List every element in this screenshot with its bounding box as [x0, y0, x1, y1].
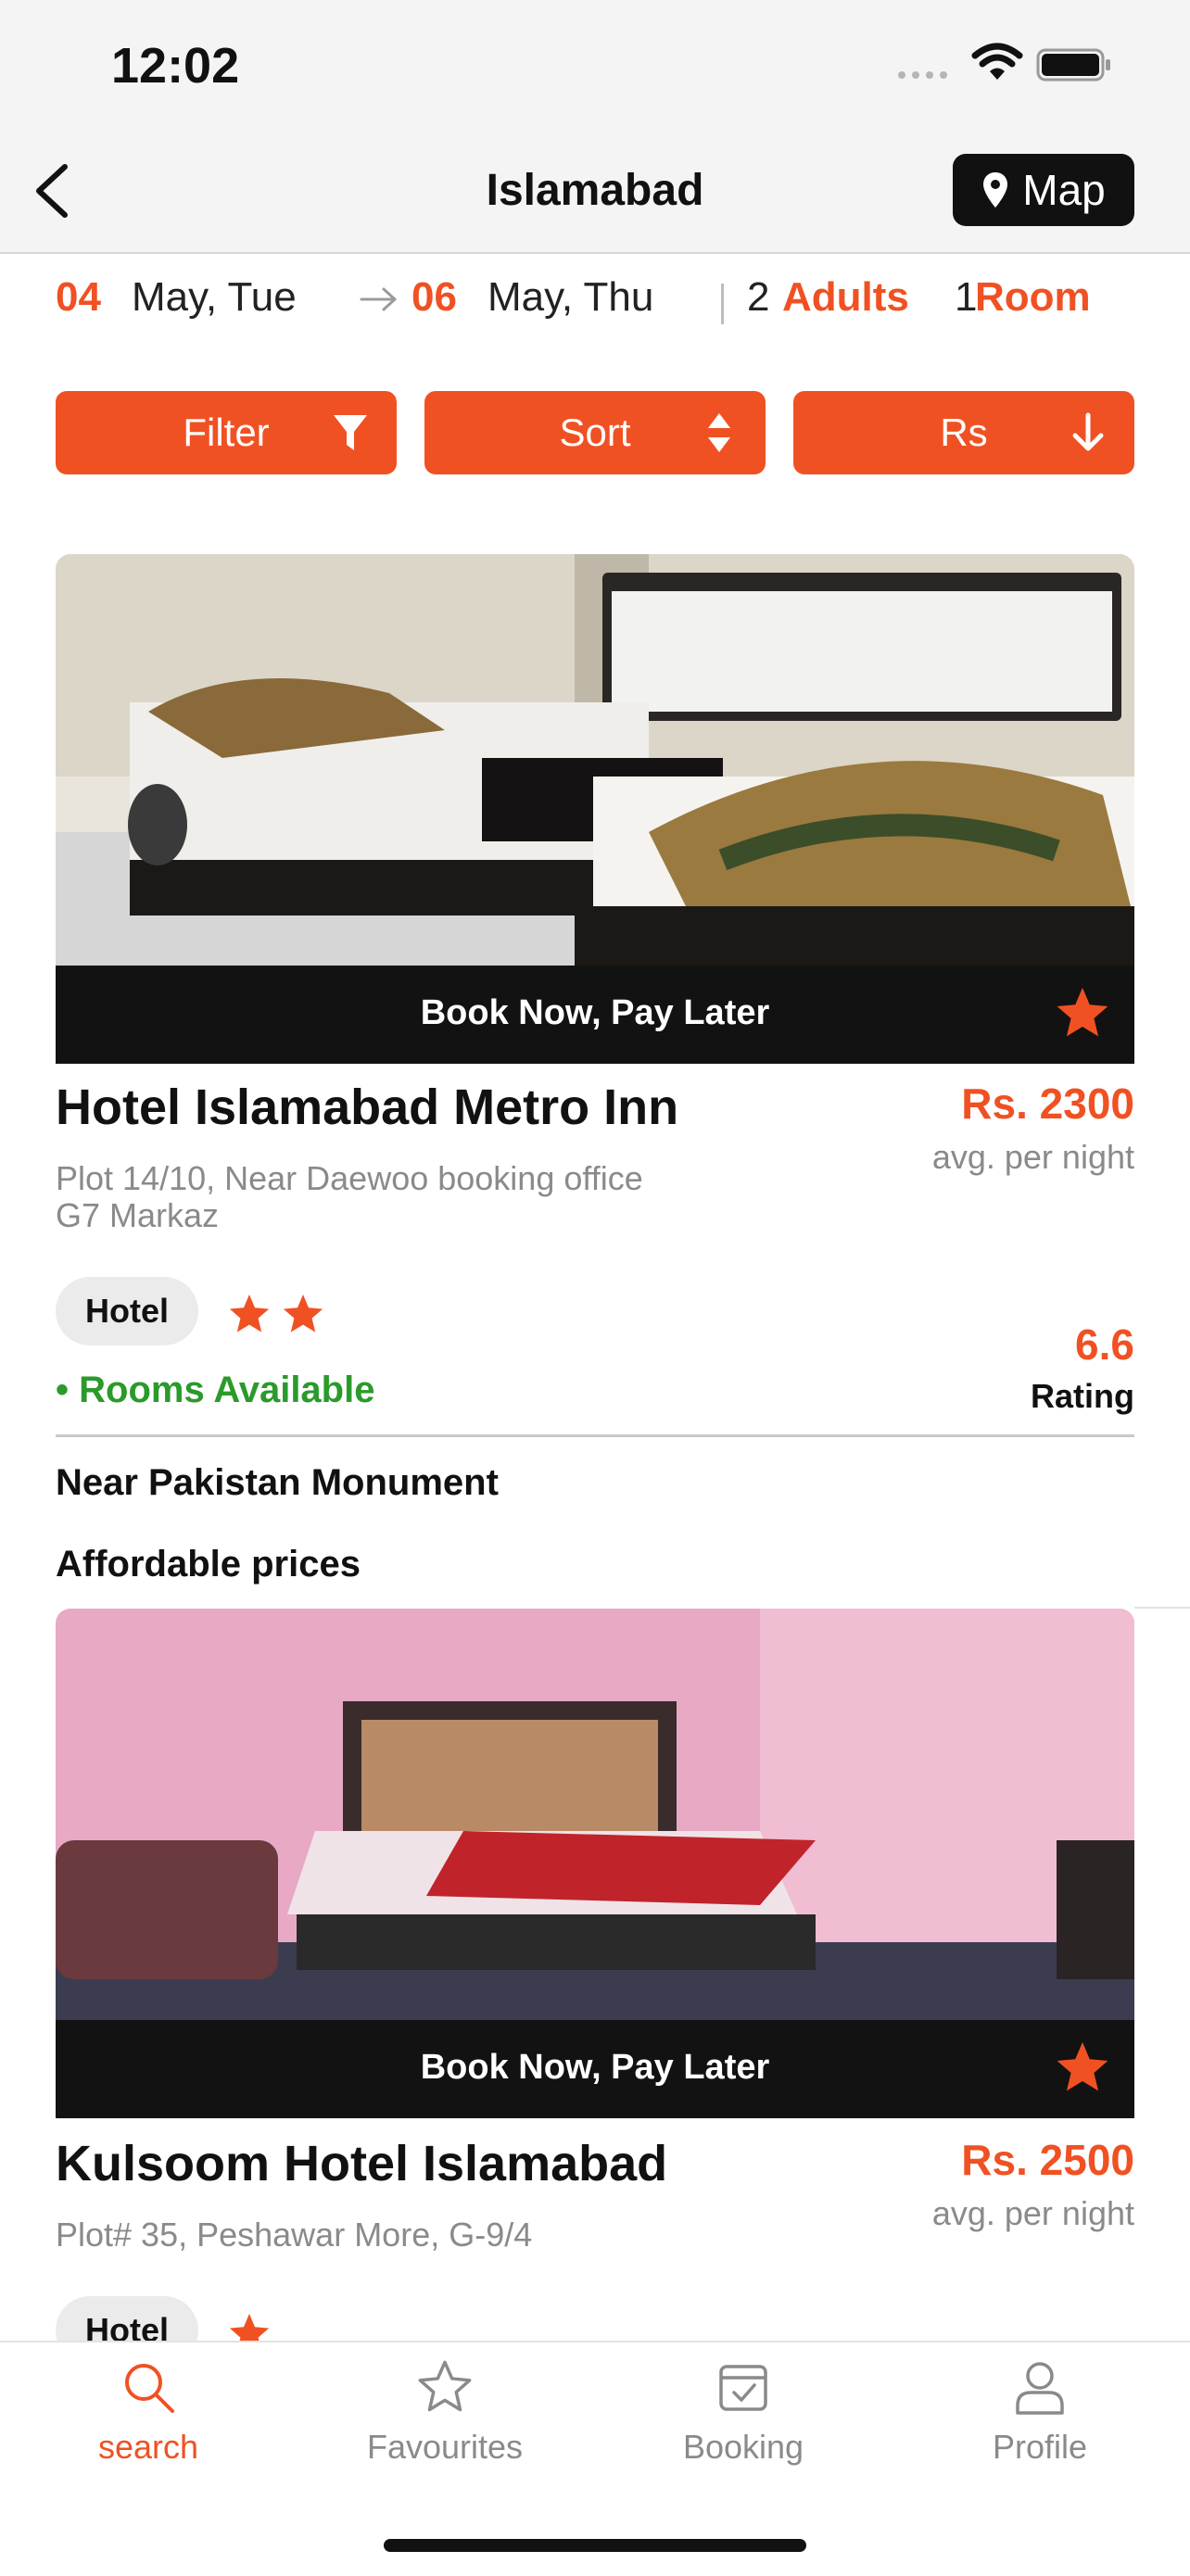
feature-item: Affordable prices: [56, 1544, 361, 1585]
map-pin-icon: [983, 172, 1008, 208]
hotel-price: Rs. 2500: [961, 2136, 1134, 2184]
favourite-star-icon[interactable]: [1053, 984, 1112, 1042]
book-now-banner: Book Now, Pay Later: [56, 2020, 1134, 2118]
hotel-name[interactable]: Kulsoom Hotel Islamabad: [56, 2135, 667, 2192]
wifi-icon: [971, 43, 1023, 80]
filter-icon: [334, 415, 367, 450]
filter-button[interactable]: Filter: [56, 391, 397, 474]
adults-label: Adults: [782, 274, 909, 320]
arrow-right-icon: [360, 287, 398, 311]
hotel-name[interactable]: Hotel Islamabad Metro Inn: [56, 1079, 678, 1136]
search-summary[interactable]: 04 May, Tue 06 May, Thu 2 Adults 1 Room: [0, 274, 1190, 339]
price-note: avg. per night: [931, 1138, 1134, 1176]
tab-label: Booking: [682, 2428, 804, 2466]
checkin-date: May, Tue: [132, 274, 297, 320]
checkout-day: 06: [411, 274, 457, 320]
banner-text: Book Now, Pay Later: [420, 993, 770, 1032]
tab-favourites[interactable]: Favourites: [352, 2357, 538, 2467]
availability-status: • Rooms Available: [56, 1370, 375, 1410]
checkin-day: 04: [56, 274, 101, 320]
card-separator: [1134, 1607, 1190, 1609]
signal-icon: [898, 71, 947, 79]
home-indicator: [384, 2539, 806, 2552]
divider: [56, 1434, 1134, 1437]
hotel-card-photo[interactable]: Book Now, Pay Later: [56, 1609, 1134, 2120]
star-outline-icon: [418, 2360, 472, 2412]
checkout-date: May, Thu: [487, 274, 654, 320]
star-rating: [226, 1292, 326, 1336]
address-line-1: Plot# 35, Peshawar More, G-9/4: [56, 2216, 533, 2254]
tab-profile[interactable]: Profile: [947, 2357, 1133, 2467]
calendar-check-icon: [719, 2365, 767, 2411]
hotel-price: Rs. 2300: [961, 1080, 1134, 1128]
hotel-card-photo[interactable]: Book Now, Pay Later: [56, 554, 1134, 1066]
adults-count: 2: [747, 274, 770, 320]
property-type-chip: Hotel: [56, 1277, 198, 1345]
feature-item: Near Pakistan Monument: [56, 1462, 499, 1503]
separator: [721, 284, 724, 324]
hotel-address: Plot 14/10, Near Daewoo booking office G…: [56, 1160, 816, 1234]
hotel-room-photo: [56, 1609, 1134, 2020]
hotel-room-photo: [56, 554, 1134, 966]
rooms-label: Room: [975, 274, 1091, 320]
star-icon: [229, 1294, 270, 1332]
map-button-label: Map: [1022, 166, 1106, 214]
search-icon: [125, 2364, 174, 2413]
banner-text: Book Now, Pay Later: [420, 2048, 770, 2087]
rating-label: Rating: [1031, 1377, 1134, 1415]
sort-button[interactable]: Sort: [424, 391, 766, 474]
hotel-address: Plot# 35, Peshawar More, G-9/4: [56, 2216, 816, 2254]
favourite-star-icon[interactable]: [1053, 2039, 1112, 2096]
tab-booking[interactable]: Booking: [651, 2357, 836, 2467]
arrow-down-icon: [1072, 412, 1104, 451]
book-now-banner: Book Now, Pay Later: [56, 966, 1134, 1064]
currency-sort-button[interactable]: Rs: [793, 391, 1134, 474]
address-line-1: Plot 14/10, Near Daewoo booking office: [56, 1159, 643, 1197]
tab-label: Favourites: [366, 2428, 524, 2466]
star-icon: [283, 1294, 323, 1332]
status-time: 12:02: [111, 38, 240, 94]
rating-score: 6.6: [1075, 1320, 1134, 1369]
rooms-count: 1: [955, 274, 978, 320]
tab-label: search: [97, 2428, 199, 2466]
price-note: avg. per night: [931, 2194, 1134, 2232]
sort-icon: [708, 413, 730, 452]
tab-label: Profile: [992, 2428, 1088, 2466]
map-button[interactable]: Map: [953, 154, 1134, 226]
address-line-2: G7 Markaz: [56, 1196, 220, 1234]
person-icon: [1016, 2362, 1064, 2415]
battery-icon: [1036, 48, 1110, 82]
tab-search[interactable]: search: [56, 2357, 241, 2467]
